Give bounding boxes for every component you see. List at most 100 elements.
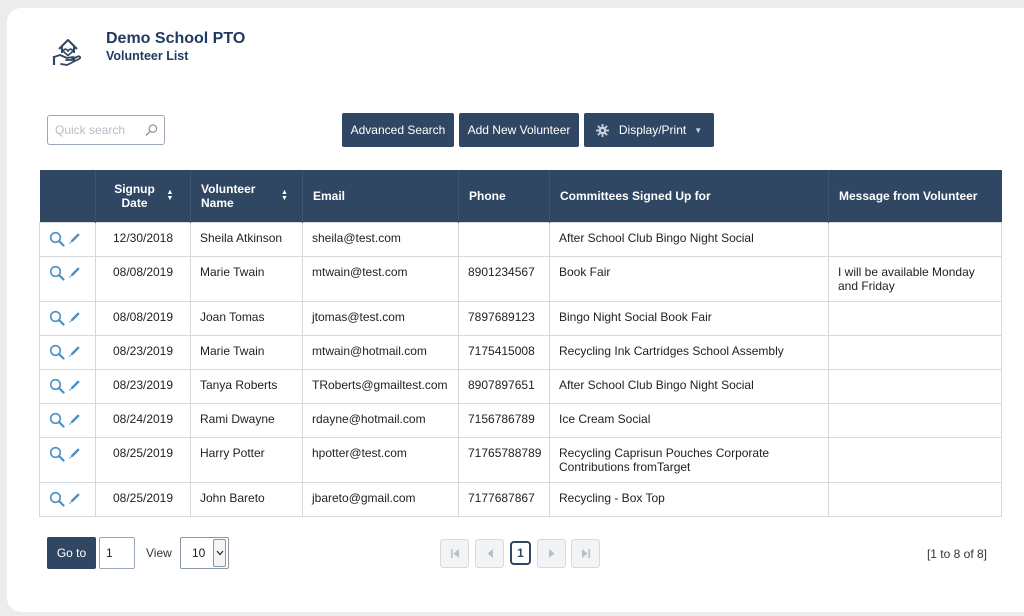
magnifier-icon[interactable]	[49, 344, 65, 360]
column-label: Signup Date	[114, 181, 155, 210]
table-row: 08/23/2019 Marie Twain mtwain@hotmail.co…	[39, 334, 1002, 370]
volunteer-name-cell: Rami Dwayne	[190, 402, 303, 438]
caret-down-icon: ▼	[694, 125, 703, 135]
search-icon[interactable]	[145, 123, 158, 137]
magnifier-icon[interactable]	[49, 310, 65, 326]
phone-cell: 7156786789	[458, 402, 550, 438]
gear-icon	[595, 123, 609, 137]
message-cell	[828, 334, 1002, 370]
table-row: 08/23/2019 Tanya Roberts TRoberts@gmailt…	[39, 368, 1002, 404]
pencil-icon[interactable]	[68, 345, 81, 358]
email-cell: hpotter@test.com	[302, 436, 459, 483]
committees-cell: After School Club Bingo Night Social	[549, 221, 829, 257]
column-header-email: Email	[302, 170, 459, 222]
display-print-button[interactable]: Display/Print ▼	[584, 113, 714, 147]
view-label: View	[146, 546, 172, 560]
magnifier-icon[interactable]	[49, 412, 65, 428]
signup-date-cell: 08/23/2019	[95, 334, 191, 370]
page-title: Volunteer List	[106, 48, 189, 63]
row-actions	[39, 436, 96, 483]
message-cell: I will be available Monday and Friday	[828, 255, 1002, 302]
pencil-icon[interactable]	[68, 447, 81, 460]
committees-cell: Recycling Caprisun Pouches Corporate Con…	[549, 436, 829, 483]
add-new-volunteer-button[interactable]: Add New Volunteer	[459, 113, 579, 147]
message-cell	[828, 300, 1002, 336]
message-cell	[828, 402, 1002, 438]
page-size-value: 10	[192, 546, 206, 560]
first-page-icon	[450, 549, 459, 558]
column-header-volunteer-name[interactable]: Volunteer Name ▲ ▼	[190, 170, 303, 222]
table-row: 08/24/2019 Rami Dwayne rdayne@hotmail.co…	[39, 402, 1002, 438]
signup-date-cell: 08/24/2019	[95, 402, 191, 438]
last-page-icon	[581, 549, 590, 558]
row-actions	[39, 368, 96, 404]
quick-search[interactable]	[47, 115, 165, 145]
next-page-icon	[548, 549, 554, 558]
previous-page-button[interactable]	[475, 539, 504, 568]
go-to-page-input[interactable]: 1	[99, 537, 135, 569]
row-actions	[39, 255, 96, 302]
pencil-icon[interactable]	[68, 232, 81, 245]
pencil-icon[interactable]	[68, 266, 81, 279]
volunteer-name-cell: Harry Potter	[190, 436, 303, 483]
last-page-button[interactable]	[571, 539, 600, 568]
pencil-icon[interactable]	[68, 413, 81, 426]
volunteer-name-cell: Marie Twain	[190, 334, 303, 370]
volunteer-name-cell: Marie Twain	[190, 255, 303, 302]
page-size-select[interactable]: 10	[180, 537, 229, 569]
volunteer-table: Signup Date ▲ ▼ Volunteer Name ▲ ▼ Email P…	[39, 170, 1002, 517]
chevron-down-icon[interactable]	[213, 539, 226, 567]
volunteer-name-cell: Tanya Roberts	[190, 368, 303, 404]
prev-page-icon	[487, 549, 493, 558]
volunteer-name-cell: John Bareto	[190, 481, 303, 517]
magnifier-icon[interactable]	[49, 446, 65, 462]
committees-cell: Ice Cream Social	[549, 402, 829, 438]
sort-icon: ▲ ▼	[281, 188, 288, 202]
column-header-actions	[39, 170, 96, 222]
magnifier-icon[interactable]	[49, 231, 65, 247]
magnifier-icon[interactable]	[49, 378, 65, 394]
message-cell	[828, 221, 1002, 257]
committees-cell: Bingo Night Social Book Fair	[549, 300, 829, 336]
email-cell: mtwain@hotmail.com	[302, 334, 459, 370]
magnifier-icon[interactable]	[49, 491, 65, 507]
phone-cell: 8901234567	[458, 255, 550, 302]
table-row: 08/25/2019 John Bareto jbareto@gmail.com…	[39, 481, 1002, 517]
volunteer-name-cell: Joan Tomas	[190, 300, 303, 336]
hand-heart-house-icon	[52, 39, 81, 66]
current-page-button[interactable]: 1	[510, 541, 531, 565]
committees-cell: After School Club Bingo Night Social	[549, 368, 829, 404]
row-actions	[39, 402, 96, 438]
column-header-signup-date[interactable]: Signup Date ▲ ▼	[95, 170, 191, 222]
volunteer-name-cell: Sheila Atkinson	[190, 221, 303, 257]
committees-cell: Book Fair	[549, 255, 829, 302]
phone-cell: 7175415008	[458, 334, 550, 370]
column-header-phone: Phone	[458, 170, 550, 222]
phone-cell: 71765788789	[458, 436, 550, 483]
org-name: Demo School PTO	[106, 30, 246, 47]
search-input[interactable]	[55, 123, 145, 137]
column-label: Volunteer Name	[201, 181, 256, 210]
table-row: 12/30/2018 Sheila Atkinson sheila@test.c…	[39, 221, 1002, 257]
brand: Demo School PTO Volunteer List	[50, 30, 245, 70]
pencil-icon[interactable]	[68, 311, 81, 324]
row-actions	[39, 334, 96, 370]
advanced-search-button[interactable]: Advanced Search	[342, 113, 454, 147]
committees-cell: Recycling Ink Cartridges School Assembly	[549, 334, 829, 370]
phone-cell: 7897689123	[458, 300, 550, 336]
first-page-button[interactable]	[440, 539, 469, 568]
go-to-button[interactable]: Go to	[47, 537, 96, 569]
phone-cell: 7177687867	[458, 481, 550, 517]
magnifier-icon[interactable]	[49, 265, 65, 281]
next-page-button[interactable]	[537, 539, 566, 568]
result-range: [1 to 8 of 8]	[926, 547, 987, 561]
email-cell: TRoberts@gmailtest.com	[302, 368, 459, 404]
display-print-label: Display/Print	[618, 123, 687, 137]
signup-date-cell: 08/08/2019	[95, 300, 191, 336]
email-cell: jbareto@gmail.com	[302, 481, 459, 517]
phone-cell: 8907897651	[458, 368, 550, 404]
table-row: 08/25/2019 Harry Potter hpotter@test.com…	[39, 436, 1002, 483]
pencil-icon[interactable]	[68, 492, 81, 505]
pencil-icon[interactable]	[68, 379, 81, 392]
phone-cell	[458, 221, 550, 257]
